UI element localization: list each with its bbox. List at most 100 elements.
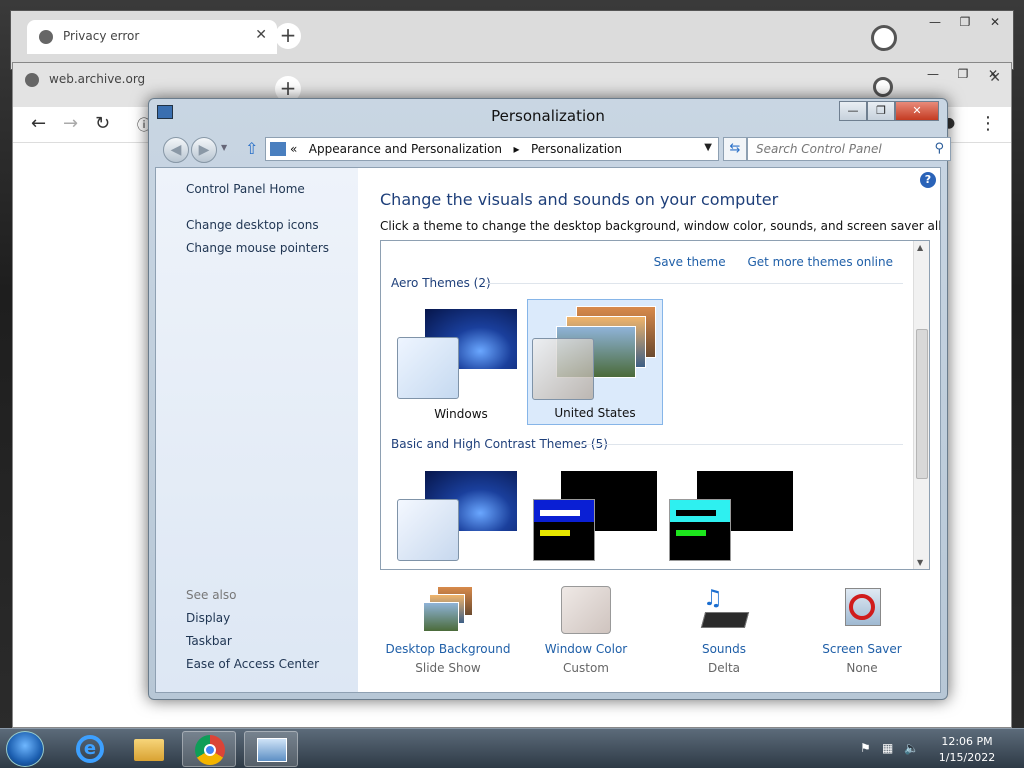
- get-more-themes-link[interactable]: Get more themes online: [747, 255, 893, 269]
- window-controls: — ❐ ✕: [921, 13, 1009, 31]
- profile-dropdown-icon[interactable]: [871, 25, 897, 51]
- minimize-button[interactable]: —: [921, 13, 949, 31]
- scrollbar-thumb[interactable]: [916, 329, 928, 479]
- photo-stack-icon: [423, 586, 473, 634]
- window-basic-preview: [397, 499, 459, 561]
- close-tab-icon[interactable]: ✕: [255, 27, 267, 43]
- maximize-button[interactable]: ❐: [951, 13, 979, 31]
- chevron-down-icon[interactable]: ▼: [704, 142, 712, 153]
- setting-value: None: [846, 661, 878, 675]
- chrome-icon[interactable]: [182, 731, 236, 767]
- recent-pages-dropdown-icon[interactable]: ▼: [221, 143, 227, 152]
- theme-high-contrast-1[interactable]: [529, 463, 665, 563]
- setting-name: Screen Saver: [822, 642, 902, 656]
- close-button[interactable]: ✕: [895, 101, 939, 121]
- sounds-setting[interactable]: ♫ Sounds Delta: [654, 582, 794, 675]
- window-hc-preview: [533, 499, 595, 561]
- window-glass-preview: [532, 338, 594, 400]
- setting-value: Custom: [563, 661, 609, 675]
- setting-value: Slide Show: [415, 661, 481, 675]
- globe-icon: [39, 30, 53, 44]
- screen-saver-icon: [837, 586, 887, 634]
- menu-icon[interactable]: ⋮: [979, 113, 997, 134]
- display-link[interactable]: Display: [186, 611, 230, 625]
- setting-name: Sounds: [701, 642, 747, 656]
- scroll-down-icon[interactable]: ▼: [917, 558, 923, 567]
- back-arrow-icon[interactable]: ←: [31, 113, 46, 134]
- volume-icon[interactable]: 🔈: [904, 741, 919, 755]
- clock[interactable]: 12:06 PM 1/15/2022: [932, 734, 1002, 766]
- refresh-button[interactable]: ⇆: [723, 137, 747, 161]
- maximize-button[interactable]: ❐: [867, 101, 895, 121]
- window-title: Personalization: [491, 107, 605, 125]
- start-button[interactable]: [6, 731, 44, 767]
- minimize-button[interactable]: —: [919, 65, 947, 83]
- clock-time: 12:06 PM: [941, 735, 993, 748]
- theme-label: United States: [554, 406, 636, 420]
- close-button[interactable]: ✕: [979, 65, 1007, 83]
- window-glass-preview: [397, 337, 459, 399]
- change-desktop-icons-link[interactable]: Change desktop icons: [186, 218, 319, 232]
- window-body: Control Panel Home Change desktop icons …: [155, 167, 941, 693]
- network-icon[interactable]: ▦: [882, 741, 896, 755]
- tab-title: web.archive.org: [49, 72, 146, 86]
- window-controls: — ❐ ✕: [919, 65, 1007, 83]
- main-pane: ? Change the visuals and sounds on your …: [358, 168, 940, 692]
- forward-button[interactable]: ▶: [191, 137, 217, 163]
- tab-title: Privacy error: [63, 29, 140, 43]
- profile-dropdown-icon[interactable]: [873, 77, 893, 97]
- control-panel-home-link[interactable]: Control Panel Home: [186, 182, 305, 196]
- breadcrumb-separator[interactable]: ▸: [514, 142, 520, 156]
- internet-explorer-icon[interactable]: e: [62, 731, 116, 767]
- window-color-setting[interactable]: Window Color Custom: [516, 582, 656, 675]
- taskbar-link[interactable]: Taskbar: [186, 634, 232, 648]
- window-hc-preview: [669, 499, 731, 561]
- desktop-background-setting[interactable]: Desktop Background Slide Show: [378, 582, 518, 675]
- search-placeholder: Search Control Panel: [756, 142, 882, 156]
- scroll-up-icon[interactable]: ▲: [917, 243, 923, 252]
- reload-icon[interactable]: ↻: [95, 113, 110, 134]
- help-icon[interactable]: ?: [920, 172, 936, 188]
- theme-settings: Desktop Background Slide Show Window Col…: [358, 582, 940, 692]
- theme-windows-basic[interactable]: [393, 463, 529, 563]
- theme-high-contrast-2[interactable]: [665, 463, 801, 563]
- up-arrow-icon[interactable]: ⇧: [245, 139, 258, 158]
- theme-label: Windows: [434, 407, 488, 421]
- browser-tab-privacy-error[interactable]: Privacy error ✕: [27, 20, 277, 54]
- basic-themes-header: Basic and High Contrast Themes (5): [391, 437, 608, 451]
- setting-value: Delta: [707, 661, 740, 675]
- file-explorer-icon[interactable]: [122, 731, 176, 767]
- theme-united-states[interactable]: United States: [527, 299, 663, 425]
- window-color-icon: [561, 586, 611, 634]
- sound-keyboard-icon: ♫: [699, 586, 750, 634]
- divider: [485, 283, 903, 284]
- screen-saver-setting[interactable]: Screen Saver None: [792, 582, 932, 675]
- maximize-button[interactable]: ❐: [949, 65, 977, 83]
- theme-windows[interactable]: Windows: [393, 299, 529, 425]
- breadcrumb-overflow[interactable]: «: [290, 142, 297, 156]
- breadcrumb-personalization[interactable]: Personalization: [531, 142, 622, 156]
- window-controls: — ❐ ✕: [839, 101, 939, 121]
- control-panel-icon[interactable]: [244, 731, 298, 767]
- search-icon[interactable]: ⚲: [934, 141, 944, 156]
- breadcrumb-appearance[interactable]: Appearance and Personalization: [309, 142, 502, 156]
- breadcrumb: « Appearance and Personalization ▸ Perso…: [290, 142, 622, 156]
- taskbar: e ⚑ ▦ 🔈 12:06 PM 1/15/2022: [0, 728, 1024, 768]
- see-also-label: See also: [186, 588, 237, 602]
- left-pane: Control Panel Home Change desktop icons …: [156, 168, 358, 692]
- address-row: ◀ ▶ ▼ ⇧ « Appearance and Personalization…: [161, 135, 951, 163]
- change-mouse-pointers-link[interactable]: Change mouse pointers: [186, 241, 329, 255]
- minimize-button[interactable]: —: [839, 101, 867, 121]
- globe-icon: [25, 73, 39, 87]
- vertical-scrollbar[interactable]: ▲ ▼: [913, 241, 929, 569]
- address-bar[interactable]: « Appearance and Personalization ▸ Perso…: [265, 137, 719, 161]
- action-center-flag-icon[interactable]: ⚑: [860, 741, 874, 755]
- back-button[interactable]: ◀: [163, 137, 189, 163]
- search-input[interactable]: Search Control Panel ⚲: [747, 137, 951, 161]
- forward-arrow-icon[interactable]: →: [63, 113, 78, 134]
- browser-window-back: Privacy error ✕ + — ❐ ✕: [10, 10, 1014, 70]
- save-theme-link[interactable]: Save theme: [654, 255, 726, 269]
- ease-of-access-link[interactable]: Ease of Access Center: [186, 657, 319, 671]
- close-button[interactable]: ✕: [981, 13, 1009, 31]
- new-tab-button[interactable]: +: [275, 23, 301, 49]
